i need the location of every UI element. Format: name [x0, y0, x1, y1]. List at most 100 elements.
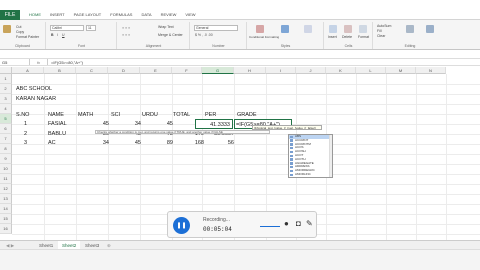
tab-file[interactable]: FILE — [0, 9, 20, 20]
insert-cells-icon[interactable] — [329, 25, 337, 33]
column-header-f[interactable]: F — [172, 67, 202, 74]
delete-button[interactable]: Delete — [342, 35, 352, 39]
row-header-3[interactable]: 3 — [0, 94, 12, 104]
camera-icon[interactable]: ◘ — [296, 219, 301, 228]
row-header-10[interactable]: 10 — [0, 164, 12, 174]
tab-formulas[interactable]: FORMULAS — [110, 12, 132, 17]
sort-filter-icon[interactable] — [406, 25, 414, 33]
name-box[interactable]: G5 — [0, 59, 30, 65]
format-button[interactable]: Format — [358, 35, 369, 39]
cell-name-1[interactable]: FASIAL — [48, 119, 67, 129]
find-select-icon[interactable] — [426, 25, 434, 33]
cell-sno-3[interactable]: 3 — [12, 138, 27, 148]
cell-math-1[interactable]: 45 — [76, 119, 109, 129]
clear-button[interactable]: Clear — [377, 34, 385, 38]
row-header-2[interactable]: 2 — [0, 84, 12, 94]
conditional-formatting-icon[interactable] — [256, 25, 264, 33]
cell-total-3[interactable]: 168 — [172, 138, 204, 148]
autosum-button[interactable]: AutoSum — [377, 24, 391, 28]
conditional-formatting-button[interactable]: Conditional Formatting — [249, 35, 279, 39]
cell-urdu-1[interactable]: 45 — [140, 119, 173, 129]
pause-icon[interactable]: ❚❚ — [173, 217, 190, 234]
bold-icon[interactable]: B — [51, 33, 54, 37]
number-format-box[interactable]: General — [194, 25, 238, 31]
column-header-n[interactable]: N — [416, 67, 446, 74]
row-header-12[interactable]: 12 — [0, 184, 12, 194]
number-format-icons[interactable]: $ % , .0 .00 — [195, 33, 213, 37]
row-header-9[interactable]: 9 — [0, 154, 12, 164]
row-header-16[interactable]: 16 — [0, 224, 12, 234]
row-header-6[interactable]: 6 — [0, 124, 12, 134]
row-header-13[interactable]: 13 — [0, 194, 12, 204]
tab-page-layout[interactable]: PAGE LAYOUT — [74, 12, 102, 17]
status-bar — [0, 249, 480, 270]
paste-icon[interactable] — [3, 25, 11, 33]
ribbon-tabs: FILE HOME INSERT PAGE LAYOUT FORMULAS DA… — [0, 9, 480, 20]
row-header-8[interactable]: 8 — [0, 144, 12, 154]
cell-name-3[interactable]: AC — [48, 138, 56, 148]
wrap-text-button[interactable]: Wrap Text — [158, 25, 174, 29]
cell-a2[interactable]: KARAN NAGAR — [16, 94, 56, 104]
cell-urdu-3[interactable]: 89 — [140, 138, 173, 148]
row-header-7[interactable]: 7 — [0, 134, 12, 144]
tab-insert[interactable]: INSERT — [50, 12, 65, 17]
column-header-i[interactable]: I — [266, 67, 296, 74]
cell-sci-1[interactable]: 34 — [108, 119, 141, 129]
cell-sci-3[interactable]: 45 — [108, 138, 141, 148]
volume-bar[interactable] — [260, 226, 280, 227]
autocomplete-item[interactable]: AND — [289, 176, 332, 177]
formula-input[interactable]: =IF(G5>=80,"A+") — [48, 60, 83, 65]
insert-button[interactable]: Insert — [328, 35, 337, 39]
formula-autocomplete-list[interactable]: ABS ACCRINT ACCRINTM ACOS ACOSH ACOT ACOTH AGGR… — [288, 134, 333, 178]
cell-a1[interactable]: ABC SCHOOL — [16, 84, 52, 94]
row-header-4[interactable]: 4 — [0, 104, 12, 114]
cell-per-3[interactable]: 56 — [202, 138, 234, 148]
tab-view[interactable]: VIEW — [185, 12, 195, 17]
row-header-1[interactable]: 1 — [0, 74, 12, 84]
row-header-14[interactable]: 14 — [0, 204, 12, 214]
tab-data[interactable]: DATA — [141, 12, 151, 17]
cell-per-1[interactable]: 41.3333 — [195, 119, 233, 129]
stop-icon[interactable]: ● — [284, 219, 289, 228]
cell-sno-1[interactable]: 1 — [12, 119, 27, 129]
delete-cells-icon[interactable] — [344, 25, 352, 33]
copy-button[interactable]: Copy — [16, 30, 24, 34]
merge-center-button[interactable]: Merge & Center — [158, 33, 183, 37]
column-header-k[interactable]: K — [326, 67, 356, 74]
format-as-table-icon[interactable] — [281, 25, 289, 33]
row-header-15[interactable]: 15 — [0, 214, 12, 224]
format-painter-button[interactable]: Format Painter — [16, 35, 39, 39]
row-header-5[interactable]: 5 — [0, 114, 12, 124]
tab-review[interactable]: REVIEW — [161, 12, 177, 17]
align-icons[interactable]: ≡ ≡ ≡ — [122, 26, 130, 30]
justify-icons[interactable]: ≡ ≡ ≡ — [122, 33, 130, 37]
underline-icon[interactable]: U — [62, 33, 65, 37]
column-header-j[interactable]: J — [296, 67, 326, 74]
fx-icon[interactable]: fx — [30, 59, 48, 65]
cell-styles-icon[interactable] — [304, 25, 312, 33]
column-header-e[interactable]: E — [140, 67, 172, 74]
column-header-h[interactable]: H — [234, 67, 266, 74]
clipboard-group: Cut Copy Format Painter Clipboard — [0, 22, 46, 49]
italic-icon[interactable]: I — [57, 33, 58, 37]
column-header-m[interactable]: M — [386, 67, 416, 74]
cell-math-3[interactable]: 34 — [76, 138, 109, 148]
fill-button[interactable]: Fill — [377, 29, 381, 33]
column-header-c[interactable]: C — [76, 67, 108, 74]
font-name-box[interactable]: Calibri — [50, 25, 84, 31]
select-all-corner[interactable] — [0, 67, 12, 74]
grid-line — [76, 74, 77, 240]
tab-home[interactable]: HOME — [29, 12, 41, 17]
pen-icon[interactable]: ✎ — [306, 219, 313, 228]
column-header-d[interactable]: D — [108, 67, 140, 74]
number-label: Number — [212, 44, 225, 48]
font-size-box[interactable]: 11 — [86, 25, 96, 31]
column-header-a[interactable]: A — [12, 67, 44, 74]
row-header-11[interactable]: 11 — [0, 174, 12, 184]
column-header-l[interactable]: L — [356, 67, 386, 74]
column-header-b[interactable]: B — [44, 67, 76, 74]
column-header-g[interactable]: G — [202, 67, 234, 74]
cut-button[interactable]: Cut — [16, 25, 21, 29]
autocomplete-scrollbar[interactable] — [329, 135, 332, 177]
format-cells-icon[interactable] — [359, 25, 367, 33]
